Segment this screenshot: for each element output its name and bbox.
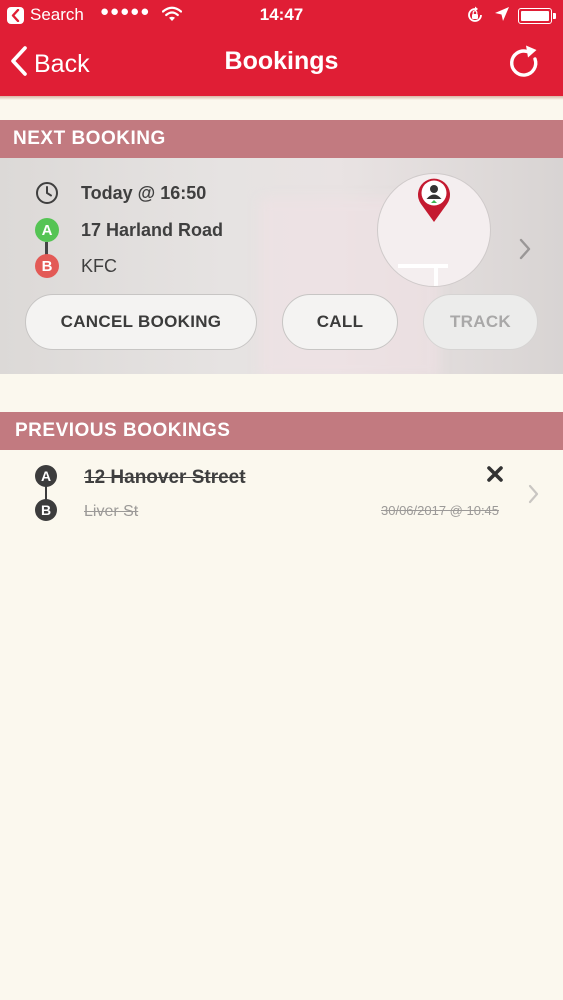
- pickup-marker-icon: A: [35, 465, 57, 487]
- top-bar-shadow: [0, 96, 563, 100]
- route-connector: [45, 486, 47, 500]
- clock-icon: [34, 180, 60, 206]
- cancel-booking-button[interactable]: CANCEL BOOKING: [25, 294, 257, 350]
- booking-time: Today @ 16:50: [81, 182, 207, 203]
- track-button[interactable]: TRACK: [423, 294, 538, 350]
- previous-dropoff-address: Liver St: [84, 503, 139, 520]
- cancelled-x-icon: [486, 465, 504, 488]
- battery-icon: [518, 8, 556, 24]
- refresh-icon: [510, 45, 538, 77]
- driver-location-pin-icon: [414, 176, 454, 229]
- previous-bookings-header: PREVIOUS BOOKINGS: [0, 412, 563, 450]
- top-bar: Search ●●●●● 14:47 Back Bookings: [0, 0, 563, 96]
- booking-time-row: Today @ 16:50: [34, 180, 206, 206]
- next-booking-header: NEXT BOOKING: [0, 120, 563, 158]
- dropoff-row: B KFC: [34, 253, 117, 279]
- pickup-marker-icon: A: [35, 218, 59, 242]
- rotation-lock-icon: [466, 6, 484, 29]
- location-icon: [494, 6, 510, 27]
- pickup-address: 17 Harland Road: [81, 219, 224, 240]
- dropoff-address: KFC: [81, 255, 117, 276]
- status-bar: Search ●●●●● 14:47: [0, 0, 563, 32]
- call-button[interactable]: CALL: [282, 294, 398, 350]
- refresh-button[interactable]: [508, 45, 542, 86]
- list-item[interactable]: A B 12 Hanover Street Liver St 30/06/201…: [0, 450, 563, 530]
- next-booking-card[interactable]: Today @ 16:50 A 17 Harland Road B KFC CA…: [0, 158, 563, 374]
- dropoff-marker-icon: B: [35, 499, 57, 521]
- dropoff-marker-icon: B: [35, 254, 59, 278]
- page-title: Bookings: [224, 47, 339, 75]
- previous-booking-datetime: 30/06/2017 @ 10:45: [381, 503, 500, 518]
- chevron-right-icon[interactable]: [528, 484, 540, 509]
- previous-pickup-address: 12 Hanover Street: [84, 467, 246, 488]
- chevron-right-icon[interactable]: [518, 238, 532, 265]
- pickup-row: A 17 Harland Road: [34, 217, 223, 243]
